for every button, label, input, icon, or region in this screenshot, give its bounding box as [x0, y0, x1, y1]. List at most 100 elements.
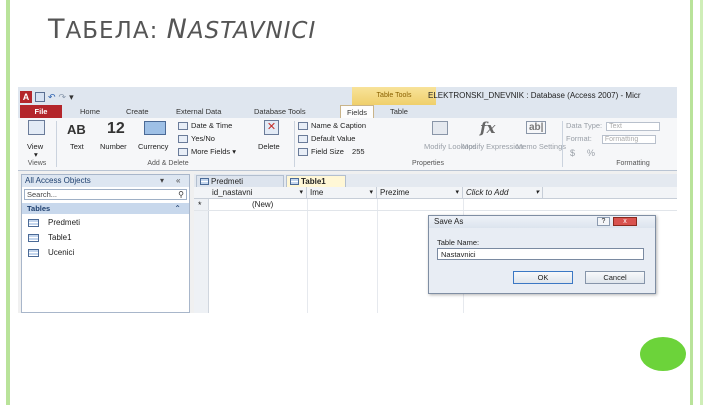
- default-value-button[interactable]: Default Value: [298, 134, 356, 144]
- field-size-input[interactable]: 255: [352, 147, 365, 156]
- grid-line: [377, 199, 378, 313]
- new-record-marker: *: [198, 200, 202, 210]
- default-value-label: Default Value: [311, 134, 356, 143]
- nav-item-table1[interactable]: Table1: [28, 232, 178, 244]
- nav-pane-title: All Access Objects: [25, 176, 91, 185]
- view-icon: [28, 120, 45, 135]
- view-button[interactable]: View ▾: [24, 120, 50, 159]
- yes-no-label: Yes/No: [191, 134, 215, 143]
- modify-lookups-button[interactable]: Modify Lookups: [422, 120, 477, 158]
- column-header-ime[interactable]: Ime ▾: [307, 187, 377, 199]
- new-record-row[interactable]: * (New): [194, 199, 677, 211]
- ribbon: View ▾ AB Text 12 Number Currency Date &…: [18, 118, 677, 171]
- delete-field-button[interactable]: ✕ Delete: [256, 120, 288, 158]
- nav-search-placeholder: Search...: [27, 190, 58, 199]
- table-name-label: Table Name:: [437, 238, 480, 247]
- access-app-icon[interactable]: A: [20, 90, 32, 103]
- navigation-pane: All Access Objects ▾ « Search... ⚲ Table…: [21, 174, 190, 313]
- tab-create[interactable]: Create: [126, 105, 149, 118]
- column-dropdown-icon[interactable]: ▾: [455, 187, 459, 199]
- nav-item-ucenici[interactable]: Ucenici: [28, 247, 178, 259]
- name-caption-button[interactable]: Name & Caption: [298, 121, 366, 131]
- column-dropdown-icon[interactable]: ▾: [369, 187, 373, 199]
- default-value-icon: [298, 135, 308, 144]
- memo-icon: ab|: [526, 121, 547, 134]
- nav-pane-header[interactable]: All Access Objects ▾ «: [22, 175, 189, 187]
- ok-button[interactable]: OK: [513, 271, 573, 284]
- access-screenshot: A ↶ ↷ ▾ Table Tools ELEKTRONSKI_DNEVNIK …: [18, 87, 677, 313]
- currency-format-button[interactable]: $: [570, 148, 575, 158]
- table-icon: [28, 233, 39, 242]
- modify-expression-button[interactable]: fx Modify Expression: [462, 119, 523, 158]
- title-rest: АБЕЛА: [65, 18, 150, 44]
- dialog-title: Save As: [434, 217, 464, 226]
- slide-title: TАБЕЛА: NASTAVNICI: [48, 14, 316, 45]
- table-icon: [28, 218, 39, 227]
- nav-menu-icon[interactable]: ▾: [160, 175, 164, 187]
- text-field-button[interactable]: AB Text: [65, 120, 93, 158]
- customize-qat-icon[interactable]: ▾: [69, 91, 74, 103]
- tab-external-data[interactable]: External Data: [176, 105, 221, 118]
- table-icon: [200, 178, 209, 185]
- column-label: Prezime: [380, 188, 410, 197]
- nav-item-label: Table1: [48, 233, 72, 242]
- title-bar: A ↶ ↷ ▾ Table Tools ELEKTRONSKI_DNEVNIK …: [18, 87, 677, 105]
- search-icon[interactable]: ⚲: [178, 190, 184, 200]
- field-size-label: Field Size: [311, 147, 344, 156]
- doc-tab-predmeti[interactable]: Predmeti: [196, 175, 284, 187]
- ribbon-separator: [562, 121, 563, 167]
- more-fields-label: More Fields: [191, 147, 231, 156]
- doc-tab-label: Predmeti: [211, 177, 244, 186]
- tab-database-tools[interactable]: Database Tools: [254, 105, 306, 118]
- date-time-button[interactable]: Date & Time: [178, 121, 233, 131]
- dialog-help-button[interactable]: ?: [597, 217, 610, 226]
- green-circle: [640, 337, 686, 371]
- field-size-icon: [298, 148, 308, 157]
- currency-field-button[interactable]: Currency: [136, 120, 174, 158]
- column-header-prezime[interactable]: Prezime ▾: [377, 187, 463, 199]
- data-type-select[interactable]: Text: [606, 121, 661, 131]
- undo-icon[interactable]: ↶: [48, 91, 56, 103]
- format-select[interactable]: Formatting: [601, 134, 656, 144]
- memo-settings-button[interactable]: ab| Memo Settings: [516, 120, 566, 158]
- left-accent-bar: [6, 0, 10, 405]
- column-dropdown-icon[interactable]: ▾: [535, 187, 539, 199]
- yes-no-button[interactable]: Yes/No: [178, 134, 215, 144]
- more-fields-button[interactable]: More Fields ▾: [178, 147, 236, 157]
- currency-icon: [144, 121, 166, 135]
- column-dropdown-icon[interactable]: ▾: [299, 187, 303, 199]
- document-tabs: Predmeti Table1: [194, 174, 677, 187]
- column-header-id-nastavni[interactable]: id_nastavni ▾: [209, 187, 307, 199]
- format-label: Format:: [566, 134, 592, 143]
- nav-item-predmeti[interactable]: Predmeti: [28, 217, 178, 229]
- cancel-button[interactable]: Cancel: [585, 271, 645, 284]
- table-name-input[interactable]: Nastavnici: [437, 248, 644, 260]
- doc-tab-table1[interactable]: Table1: [286, 175, 346, 187]
- function-icon: fx: [480, 119, 496, 137]
- redo-icon[interactable]: ↷: [59, 91, 67, 103]
- number-field-button[interactable]: 12 Number: [98, 120, 134, 158]
- memo-settings-label: Memo Settings: [516, 142, 567, 151]
- save-icon[interactable]: [35, 91, 45, 102]
- grid-line: [307, 199, 308, 313]
- more-fields-icon: [178, 148, 188, 157]
- chevron-up-icon[interactable]: ⌃: [174, 203, 181, 214]
- nav-group-tables[interactable]: Tables ⌃: [22, 203, 189, 214]
- date-time-label: Date & Time: [191, 121, 233, 130]
- column-header-click-to-add[interactable]: Click to Add ▾: [463, 187, 543, 199]
- new-record-cell[interactable]: (New): [252, 199, 273, 211]
- slide: TАБЕЛА: NASTAVNICI A ↶ ↷ ▾ Table Tools E…: [0, 0, 720, 405]
- nav-search-input[interactable]: Search... ⚲: [24, 189, 187, 200]
- modify-expression-label: Modify Expression: [462, 142, 524, 151]
- dialog-close-button[interactable]: x: [613, 217, 637, 226]
- tab-home[interactable]: Home: [80, 105, 100, 118]
- format-row: Format: Formatting: [566, 134, 656, 144]
- group-label-add-delete: Add & Delete: [147, 160, 189, 167]
- tab-fields[interactable]: Fields: [340, 105, 375, 118]
- right-accent-bar-2: [700, 0, 703, 405]
- tab-file[interactable]: File: [20, 105, 62, 118]
- nav-collapse-icon[interactable]: «: [176, 175, 180, 187]
- percent-format-button[interactable]: %: [587, 148, 595, 158]
- tab-table[interactable]: Table: [390, 105, 408, 118]
- right-accent-bar: [690, 0, 693, 405]
